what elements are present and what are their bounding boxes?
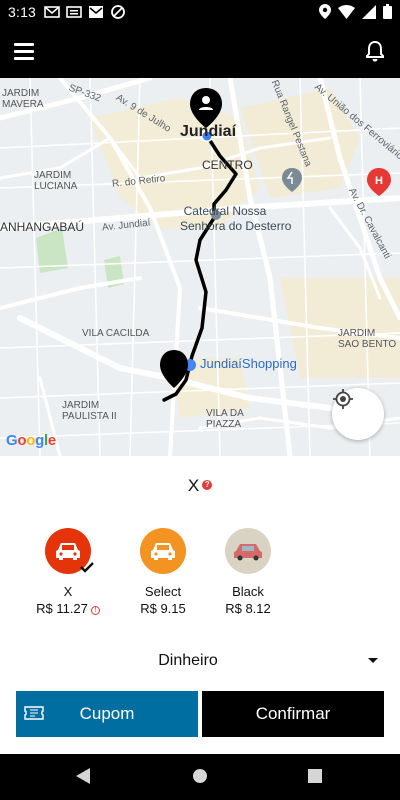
payment-method-label: Dinheiro (158, 652, 218, 669)
mail-icon (89, 6, 103, 18)
notifications-button[interactable] (362, 38, 388, 64)
google-logo: Google (6, 432, 56, 449)
category-price: R$ 9.15 (140, 601, 186, 616)
battery-icon (383, 4, 392, 19)
category-black[interactable]: Black R$ 8.12 (203, 528, 293, 616)
coupon-button-label: Cupom (79, 704, 135, 723)
ticket-icon (24, 706, 44, 720)
category-price: R$ 8.12 (225, 601, 271, 616)
payment-method-selector[interactable]: Dinheiro (0, 650, 400, 674)
gmail-icon (44, 6, 60, 18)
category-name: X (63, 584, 73, 599)
category-name: Black (232, 584, 264, 599)
map-view[interactable]: H JARDIM MAVERA SP-332 Av. 9 de Julho Ru… (0, 78, 400, 456)
category-x[interactable]: X R$ 11.27! (23, 528, 113, 616)
app-bar (0, 24, 400, 78)
blocked-icon (111, 5, 125, 19)
menu-icon (14, 42, 34, 46)
check-icon (80, 562, 94, 573)
car-icon (140, 528, 186, 574)
dropdown-arrow-icon (368, 658, 378, 663)
back-icon[interactable] (74, 766, 92, 786)
surge-icon: ! (90, 606, 100, 615)
location-icon (319, 4, 331, 19)
my-location-icon (333, 389, 353, 409)
category-price: R$ 11.27! (23, 601, 113, 616)
wifi-icon (338, 4, 355, 19)
map-label: JundiaíShopping (200, 356, 297, 371)
category-select[interactable]: Select R$ 9.15 (118, 528, 208, 616)
signal-icon (362, 4, 376, 19)
map-label: VILA DA PIAZZA (206, 408, 244, 430)
my-location-button[interactable] (332, 388, 384, 440)
map-label: Catedral Nossa Senhora do Desterro (180, 204, 292, 233)
map-label: JARDIM MAVERA (2, 88, 44, 110)
selected-category-label: X (187, 476, 200, 495)
map-label: JARDIM PAULISTA II (62, 400, 117, 422)
car-icon (225, 528, 271, 574)
map-label: VILA CACILDA (82, 328, 150, 339)
svg-text:H: H (375, 175, 383, 187)
status-time: 3:13 (8, 4, 37, 20)
map-label: JARDIM LUCIANA (34, 170, 78, 192)
confirm-button[interactable]: Confirmar (202, 691, 384, 737)
category-name: Select (144, 584, 182, 599)
menu-button[interactable] (14, 38, 40, 64)
status-bar: 3:13 (0, 0, 400, 24)
ride-sheet: X? X R$ 11.27! Select R$ 9.15 Black R$ 8… (0, 456, 400, 754)
home-icon[interactable] (191, 766, 209, 786)
map-label: JARDIM SAO BENTO (338, 328, 397, 350)
navigation-bar (0, 754, 400, 800)
coupon-button[interactable]: Cupom (16, 691, 198, 737)
map-label: Jundiaí (180, 123, 237, 140)
alert-icon (66, 6, 82, 18)
map-label: CENTRO (202, 158, 253, 172)
bell-icon (366, 40, 384, 62)
recents-icon[interactable] (307, 766, 323, 786)
confirm-button-label: Confirmar (255, 704, 331, 723)
map-label: ANHANGABAÚ (0, 220, 85, 234)
selected-category: X? (0, 476, 400, 496)
car-icon (45, 528, 94, 574)
info-icon[interactable]: ? (202, 480, 213, 490)
